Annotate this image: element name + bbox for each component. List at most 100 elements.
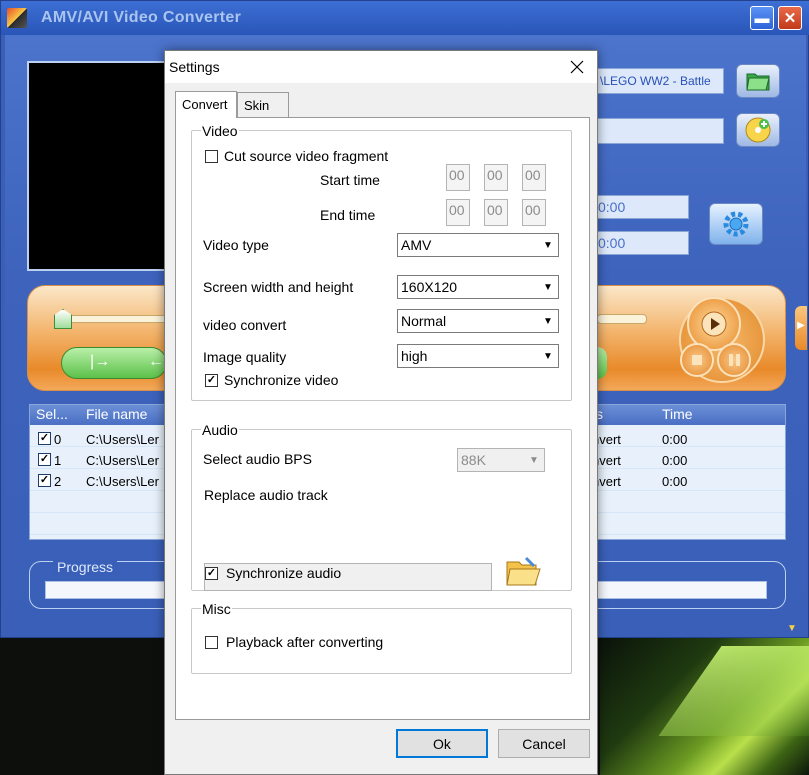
screen-size-value: 160X120: [401, 279, 458, 295]
stop-button[interactable]: [680, 343, 714, 377]
sync-video-checkbox[interactable]: ✓: [205, 374, 218, 387]
cut-fragment-checkbox[interactable]: [205, 150, 218, 163]
video-type-value: AMV: [401, 237, 432, 253]
misc-group-legend: Misc: [201, 601, 232, 617]
video-type-label: Video type: [203, 237, 269, 253]
row-checkbox[interactable]: ✓: [38, 474, 51, 487]
folder-icon: [506, 556, 541, 586]
tab-convert[interactable]: Convert: [175, 91, 237, 118]
play-icon: [701, 311, 727, 337]
chevron-down-icon: ▼: [543, 281, 553, 293]
main-window-title: AMV/AVI Video Converter: [41, 9, 242, 26]
add-disc-button[interactable]: [736, 113, 780, 147]
playback-after-checkbox[interactable]: [205, 636, 218, 649]
audio-group-legend: Audio: [201, 422, 239, 438]
row-checkbox[interactable]: ✓: [38, 453, 51, 466]
audio-bps-label: Select audio BPS: [203, 451, 312, 467]
audio-bps-value: 88K: [461, 452, 486, 468]
row-index: 1: [54, 453, 62, 468]
start-hour-field[interactable]: 00: [446, 164, 470, 191]
sync-video-label: Synchronize video: [224, 372, 339, 388]
start-minute-field[interactable]: 00: [484, 164, 508, 191]
audio-bps-select[interactable]: 88K ▼: [457, 448, 545, 472]
video-convert-label: video convert: [203, 317, 287, 333]
resize-arrow-icon[interactable]: ▼: [787, 623, 797, 634]
chevron-down-icon: ▼: [529, 454, 539, 466]
playback-after-label: Playback after converting: [226, 634, 384, 650]
app-icon: [7, 8, 27, 28]
replace-track-label: Replace audio track: [204, 487, 328, 503]
dialog-title: Settings: [169, 59, 220, 75]
ok-button[interactable]: Ok: [396, 729, 488, 758]
end-minute-field[interactable]: 00: [484, 199, 508, 226]
screen-size-label: Screen width and height: [203, 279, 354, 295]
column-file-name[interactable]: File name: [86, 406, 147, 422]
row-file: C:\Users\Ler: [86, 432, 159, 447]
settings-button[interactable]: [709, 203, 763, 245]
open-file-button[interactable]: [736, 64, 780, 98]
column-select[interactable]: Sel...: [36, 406, 68, 422]
minimize-icon: ▬: [754, 9, 770, 27]
browse-audio-button[interactable]: [504, 552, 542, 590]
dialog-titlebar: Settings: [165, 51, 597, 83]
chevron-down-icon: ▼: [543, 239, 553, 251]
mark-in-icon[interactable]: |→: [90, 353, 110, 371]
source-file-field[interactable]: \LEGO WW2 - Battle: [597, 68, 724, 94]
settings-dialog: Settings Convert Skin Video Cut source v…: [164, 50, 598, 775]
mark-buttons-end: [597, 347, 607, 379]
image-quality-value: high: [401, 348, 428, 364]
close-icon: ✕: [783, 10, 797, 27]
column-time[interactable]: Time: [662, 406, 693, 422]
close-icon: [570, 60, 584, 74]
video-convert-select[interactable]: Normal ▼: [397, 309, 559, 333]
row-checkbox[interactable]: ✓: [38, 432, 51, 445]
close-button[interactable]: ✕: [778, 6, 802, 30]
minimize-button[interactable]: ▬: [750, 6, 774, 30]
row-time: 0:00: [662, 453, 688, 468]
expand-panel-tab[interactable]: ▶: [795, 306, 807, 350]
pause-button[interactable]: [717, 343, 751, 377]
video-type-select[interactable]: AMV ▼: [397, 233, 559, 257]
mark-out-icon[interactable]: ←: [148, 353, 164, 371]
video-preview: [27, 61, 167, 271]
end-time-label: End time: [320, 207, 376, 223]
start-second-field[interactable]: 00: [522, 164, 546, 191]
chevron-down-icon: ▼: [543, 350, 553, 362]
seek-track-left: [71, 315, 167, 323]
tab-skin[interactable]: Skin: [237, 92, 289, 117]
sync-audio-checkbox[interactable]: ✓: [205, 567, 218, 580]
video-group-legend: Video: [201, 123, 239, 139]
sync-audio-label: Synchronize audio: [226, 565, 342, 581]
image-quality-label: Image quality: [203, 349, 287, 365]
cut-fragment-label: Cut source video fragment: [224, 148, 389, 164]
row-time: 0:00: [662, 432, 688, 447]
end-second-field[interactable]: 00: [522, 199, 546, 226]
row-file: C:\Users\Ler: [86, 453, 159, 468]
seek-track-right[interactable]: [597, 314, 647, 324]
checkmark-icon: ✓: [206, 374, 217, 386]
end-hour-field[interactable]: 00: [446, 199, 470, 226]
row-file: C:\Users\Ler: [86, 474, 159, 489]
image-quality-select[interactable]: high ▼: [397, 344, 559, 368]
stop-icon: [692, 355, 702, 365]
row-index: 2: [54, 474, 62, 489]
pause-icon: [729, 354, 740, 366]
video-convert-value: Normal: [401, 313, 447, 329]
chevron-down-icon: ▼: [543, 315, 553, 327]
start-time-label: Start time: [320, 172, 380, 188]
cancel-button[interactable]: Cancel: [498, 729, 590, 758]
desktop-wallpaper: [600, 636, 809, 775]
start-time-field[interactable]: 0:00: [597, 195, 689, 219]
add-disc-icon: [745, 117, 771, 143]
progress-label: Progress: [53, 559, 118, 575]
row-index: 0: [54, 432, 62, 447]
row-time: 0:00: [662, 474, 688, 489]
end-time-field[interactable]: 0:00: [597, 231, 689, 255]
dialog-close-button[interactable]: [559, 51, 595, 83]
screen-size-select[interactable]: 160X120 ▼: [397, 275, 559, 299]
output-file-field[interactable]: [597, 118, 724, 144]
gear-icon: [723, 211, 749, 237]
mark-buttons[interactable]: |→ ←: [61, 347, 167, 379]
convert-tab-page: Video Cut source video fragment Start ti…: [175, 117, 590, 720]
main-titlebar: AMV/AVI Video Converter ▬ ✕: [1, 1, 809, 35]
